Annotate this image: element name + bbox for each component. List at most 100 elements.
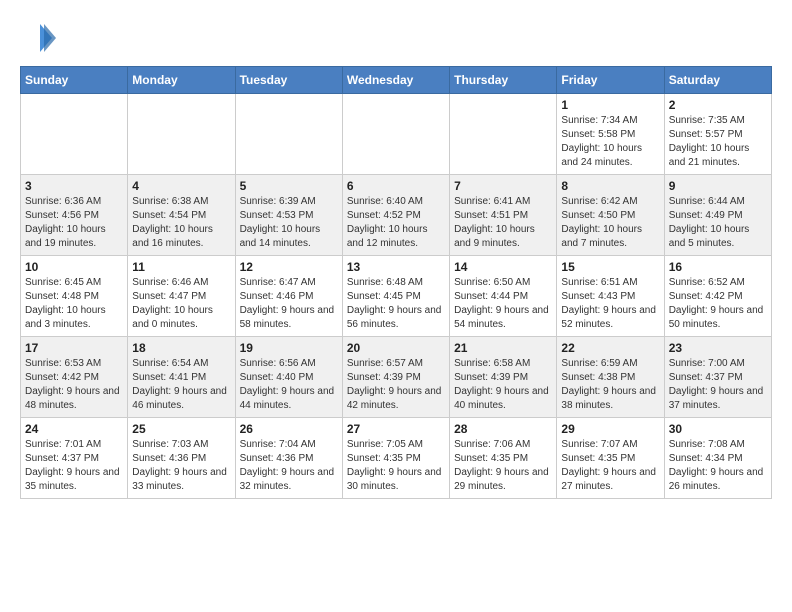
calendar-cell: 30 Sunrise: 7:08 AM Sunset: 4:34 PM Dayli… [664,418,771,499]
day-number: 26 [240,422,338,436]
day-number: 16 [669,260,767,274]
logo-icon [20,20,56,56]
calendar-cell: 26 Sunrise: 7:04 AM Sunset: 4:36 PM Dayli… [235,418,342,499]
calendar-cell: 14 Sunrise: 6:50 AM Sunset: 4:44 PM Dayli… [450,256,557,337]
calendar-cell: 20 Sunrise: 6:57 AM Sunset: 4:39 PM Dayli… [342,337,449,418]
day-info: Sunrise: 7:35 AM Sunset: 5:57 PM Dayligh… [669,114,767,170]
day-number: 20 [347,341,445,355]
day-info: Sunrise: 7:04 AM Sunset: 4:36 PM Dayligh… [240,438,338,494]
page-header [20,20,772,56]
day-number: 5 [240,179,338,193]
day-number: 9 [669,179,767,193]
weekday-header-sunday: Sunday [21,67,128,94]
day-number: 15 [561,260,659,274]
calendar-header: SundayMondayTuesdayWednesdayThursdayFrid… [21,67,772,94]
day-number: 2 [669,98,767,112]
day-number: 29 [561,422,659,436]
day-info: Sunrise: 6:42 AM Sunset: 4:50 PM Dayligh… [561,195,659,251]
day-number: 6 [347,179,445,193]
calendar-cell: 15 Sunrise: 6:51 AM Sunset: 4:43 PM Dayli… [557,256,664,337]
calendar-cell: 11Sunrise: 6:46 AM Sunset: 4:47 PM Dayli… [128,256,235,337]
day-info: Sunrise: 6:40 AM Sunset: 4:52 PM Dayligh… [347,195,445,251]
day-number: 13 [347,260,445,274]
day-info: Sunrise: 6:41 AM Sunset: 4:51 PM Dayligh… [454,195,552,251]
weekday-header-saturday: Saturday [664,67,771,94]
day-number: 8 [561,179,659,193]
day-info: Sunrise: 6:53 AM Sunset: 4:42 PM Dayligh… [25,357,123,413]
calendar-cell: 12 Sunrise: 6:47 AM Sunset: 4:46 PM Dayli… [235,256,342,337]
calendar-cell: 16 Sunrise: 6:52 AM Sunset: 4:42 PM Dayli… [664,256,771,337]
day-info: Sunrise: 6:59 AM Sunset: 4:38 PM Dayligh… [561,357,659,413]
calendar-cell: 22Sunrise: 6:59 AM Sunset: 4:38 PM Dayli… [557,337,664,418]
calendar-week-4: 17Sunrise: 6:53 AM Sunset: 4:42 PM Dayli… [21,337,772,418]
day-info: Sunrise: 6:45 AM Sunset: 4:48 PM Dayligh… [25,276,123,332]
day-info: Sunrise: 6:36 AM Sunset: 4:56 PM Dayligh… [25,195,123,251]
calendar-cell: 19 Sunrise: 6:56 AM Sunset: 4:40 PM Dayli… [235,337,342,418]
day-number: 12 [240,260,338,274]
calendar-cell: 5 Sunrise: 6:39 AM Sunset: 4:53 PM Daylig… [235,175,342,256]
day-number: 19 [240,341,338,355]
day-number: 25 [132,422,230,436]
calendar-cell: 25 Sunrise: 7:03 AM Sunset: 4:36 PM Dayli… [128,418,235,499]
day-number: 28 [454,422,552,436]
day-info: Sunrise: 6:44 AM Sunset: 4:49 PM Dayligh… [669,195,767,251]
day-info: Sunrise: 6:38 AM Sunset: 4:54 PM Dayligh… [132,195,230,251]
calendar-body: 1 Sunrise: 7:34 AM Sunset: 5:58 PM Daylig… [21,94,772,499]
calendar-week-2: 3Sunrise: 6:36 AM Sunset: 4:56 PM Daylig… [21,175,772,256]
calendar-cell: 6 Sunrise: 6:40 AM Sunset: 4:52 PM Daylig… [342,175,449,256]
day-info: Sunrise: 7:34 AM Sunset: 5:58 PM Dayligh… [561,114,659,170]
calendar-cell: 27 Sunrise: 7:05 AM Sunset: 4:35 PM Dayli… [342,418,449,499]
calendar-week-5: 24Sunrise: 7:01 AM Sunset: 4:37 PM Dayli… [21,418,772,499]
day-info: Sunrise: 6:46 AM Sunset: 4:47 PM Dayligh… [132,276,230,332]
day-info: Sunrise: 7:00 AM Sunset: 4:37 PM Dayligh… [669,357,767,413]
day-number: 1 [561,98,659,112]
day-info: Sunrise: 7:03 AM Sunset: 4:36 PM Dayligh… [132,438,230,494]
day-info: Sunrise: 6:57 AM Sunset: 4:39 PM Dayligh… [347,357,445,413]
day-number: 30 [669,422,767,436]
day-number: 27 [347,422,445,436]
day-info: Sunrise: 6:52 AM Sunset: 4:42 PM Dayligh… [669,276,767,332]
day-info: Sunrise: 7:06 AM Sunset: 4:35 PM Dayligh… [454,438,552,494]
calendar-cell: 3Sunrise: 6:36 AM Sunset: 4:56 PM Daylig… [21,175,128,256]
calendar-table: SundayMondayTuesdayWednesdayThursdayFrid… [20,66,772,499]
logo [20,20,62,56]
day-info: Sunrise: 6:58 AM Sunset: 4:39 PM Dayligh… [454,357,552,413]
day-info: Sunrise: 6:39 AM Sunset: 4:53 PM Dayligh… [240,195,338,251]
calendar-cell: 23 Sunrise: 7:00 AM Sunset: 4:37 PM Dayli… [664,337,771,418]
calendar-cell: 18Sunrise: 6:54 AM Sunset: 4:41 PM Dayli… [128,337,235,418]
weekday-header-thursday: Thursday [450,67,557,94]
calendar-cell: 2 Sunrise: 7:35 AM Sunset: 5:57 PM Daylig… [664,94,771,175]
calendar-cell [235,94,342,175]
day-number: 7 [454,179,552,193]
calendar-cell: 4Sunrise: 6:38 AM Sunset: 4:54 PM Daylig… [128,175,235,256]
weekday-header-friday: Friday [557,67,664,94]
calendar-cell: 21Sunrise: 6:58 AM Sunset: 4:39 PM Dayli… [450,337,557,418]
calendar-cell: 24Sunrise: 7:01 AM Sunset: 4:37 PM Dayli… [21,418,128,499]
weekday-header-wednesday: Wednesday [342,67,449,94]
calendar-cell [128,94,235,175]
calendar-cell: 28 Sunrise: 7:06 AM Sunset: 4:35 PM Dayli… [450,418,557,499]
day-info: Sunrise: 7:08 AM Sunset: 4:34 PM Dayligh… [669,438,767,494]
calendar-cell: 29 Sunrise: 7:07 AM Sunset: 4:35 PM Dayli… [557,418,664,499]
day-number: 24 [25,422,123,436]
day-number: 18 [132,341,230,355]
day-info: Sunrise: 6:48 AM Sunset: 4:45 PM Dayligh… [347,276,445,332]
day-info: Sunrise: 6:51 AM Sunset: 4:43 PM Dayligh… [561,276,659,332]
day-number: 14 [454,260,552,274]
calendar-cell: 9 Sunrise: 6:44 AM Sunset: 4:49 PM Daylig… [664,175,771,256]
calendar-cell: 8 Sunrise: 6:42 AM Sunset: 4:50 PM Daylig… [557,175,664,256]
calendar-cell: 10 Sunrise: 6:45 AM Sunset: 4:48 PM Dayli… [21,256,128,337]
day-info: Sunrise: 7:07 AM Sunset: 4:35 PM Dayligh… [561,438,659,494]
day-info: Sunrise: 7:05 AM Sunset: 4:35 PM Dayligh… [347,438,445,494]
calendar-cell: 17Sunrise: 6:53 AM Sunset: 4:42 PM Dayli… [21,337,128,418]
day-number: 23 [669,341,767,355]
day-info: Sunrise: 6:47 AM Sunset: 4:46 PM Dayligh… [240,276,338,332]
day-info: Sunrise: 6:56 AM Sunset: 4:40 PM Dayligh… [240,357,338,413]
calendar-cell [450,94,557,175]
calendar-cell [21,94,128,175]
day-info: Sunrise: 6:50 AM Sunset: 4:44 PM Dayligh… [454,276,552,332]
day-number: 10 [25,260,123,274]
calendar-cell: 13 Sunrise: 6:48 AM Sunset: 4:45 PM Dayli… [342,256,449,337]
calendar-week-3: 10 Sunrise: 6:45 AM Sunset: 4:48 PM Dayli… [21,256,772,337]
calendar-cell: 1 Sunrise: 7:34 AM Sunset: 5:58 PM Daylig… [557,94,664,175]
